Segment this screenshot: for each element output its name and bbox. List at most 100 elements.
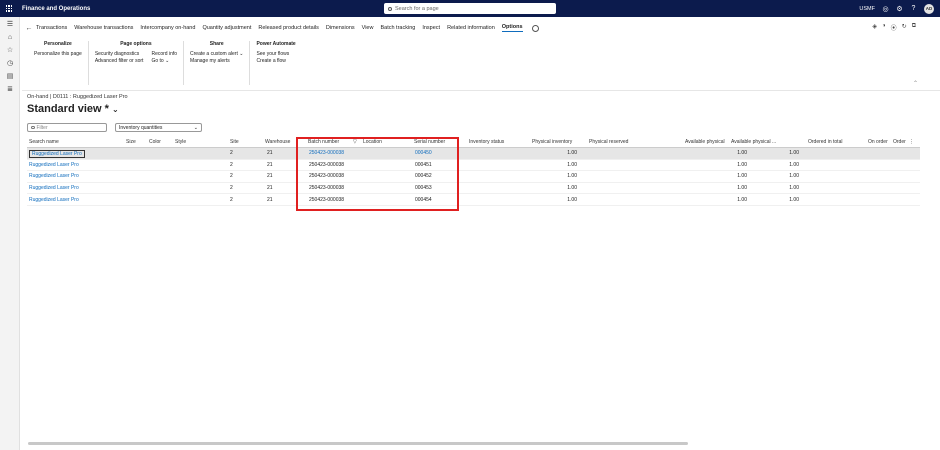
view-selector[interactable]: Standard view * ⌄ <box>27 103 119 115</box>
hamburger-menu-icon[interactable]: ☰ <box>5 19 15 29</box>
app-launcher-icon[interactable] <box>0 0 18 17</box>
go-to-button[interactable]: Go to ⌄ <box>151 58 177 65</box>
help-icon[interactable]: ? <box>910 5 917 12</box>
security-diagnostics-button[interactable]: Security diagnostics <box>95 51 144 58</box>
horizontal-scrollbar[interactable] <box>28 442 688 445</box>
office-integration-icon[interactable]: ◈ <box>872 23 877 32</box>
tab-quantity-adjustment[interactable]: Quantity adjustment <box>202 25 251 31</box>
col-header-location[interactable]: Location <box>363 137 382 147</box>
notifications-icon[interactable]: ◎ <box>882 5 889 13</box>
tab-view[interactable]: View <box>362 25 374 31</box>
col-header-inventory-status[interactable]: Inventory status <box>469 137 504 147</box>
company-picker[interactable]: USMF <box>859 6 875 12</box>
tab-transactions[interactable]: Transactions <box>36 25 67 31</box>
chevron-down-icon: ⌄ <box>165 58 170 64</box>
group-share: Share Create a custom alert ⌄ Manage my … <box>184 41 251 85</box>
refresh-icon[interactable]: ↻ <box>902 23 907 32</box>
tab-warehouse-transactions[interactable]: Warehouse transactions <box>74 25 133 31</box>
modules-list-icon[interactable]: ≣ <box>5 84 15 94</box>
cell-physical-inventory: 1.00 <box>567 161 577 168</box>
workspaces-icon[interactable]: ▤ <box>5 71 15 81</box>
recent-clock-icon[interactable]: ◷ <box>5 58 15 68</box>
col-header-available-physical[interactable]: Available physical <box>685 137 725 147</box>
cell-available-physical: 1.00 <box>737 150 747 157</box>
tab-related-information[interactable]: Related information <box>447 25 495 31</box>
grid-rows: Ruggedized Laser Pro 2 21 250423-000038 0004… <box>27 148 920 206</box>
col-header-serial-number[interactable]: Serial number <box>414 137 445 147</box>
cell-warehouse: 21 <box>267 185 273 192</box>
col-header-physical-reserved[interactable]: Physical reserved <box>589 137 628 147</box>
col-header-color[interactable]: Color <box>149 137 161 147</box>
app-title[interactable]: Finance and Operations <box>22 6 90 12</box>
power-apps-icon[interactable]: ◑ <box>882 23 886 32</box>
attachments-icon[interactable]: ⦿ <box>891 23 897 32</box>
record-info-button[interactable]: Record info <box>151 51 177 58</box>
cell-warehouse: 21 <box>267 173 273 180</box>
col-header-batch-number[interactable]: Batch number <box>308 137 339 147</box>
avatar[interactable]: AD <box>924 3 934 14</box>
col-header-site[interactable]: Site <box>230 137 239 147</box>
search-icon <box>388 6 392 11</box>
see-your-flows-button[interactable]: See your flows <box>256 51 295 58</box>
table-row[interactable]: Ruggedized Laser Pro 2 21 250423-000038 0004… <box>27 183 920 195</box>
col-header-size[interactable]: Size <box>126 137 136 147</box>
filter-input[interactable]: Filter <box>27 123 107 132</box>
collapse-action-pane-icon[interactable]: ⌃ <box>913 80 918 87</box>
create-a-flow-button[interactable]: Create a flow <box>256 58 295 65</box>
col-header-order[interactable]: Order <box>893 137 906 147</box>
cell-available-physical: 1.00 <box>737 161 747 168</box>
cell-search-name[interactable]: Ruggedized Laser Pro <box>29 194 79 205</box>
tab-released-product-details[interactable]: Released product details <box>258 25 319 31</box>
create-custom-alert-button[interactable]: Create a custom alert ⌄ <box>190 51 243 58</box>
col-header-physical-inventory[interactable]: Physical inventory <box>532 137 572 147</box>
col-header-style[interactable]: Style <box>175 137 186 147</box>
col-header-on-order[interactable]: On order <box>868 137 888 147</box>
main-content: On-hand | D0111 : Ruggedized Laser Pro S… <box>22 92 940 450</box>
cell-available-physical: 1.00 <box>737 173 747 180</box>
cell-search-name[interactable]: Ruggedized Laser Pro <box>29 160 79 171</box>
cell-batch-number: 250423-000038 <box>309 173 345 180</box>
filter-funnel-icon[interactable]: ▽ <box>353 137 357 147</box>
home-icon[interactable]: ⌂ <box>5 32 15 42</box>
tab-batch-tracking[interactable]: Batch tracking <box>380 25 415 31</box>
manage-my-alerts-button[interactable]: Manage my alerts <box>190 58 243 65</box>
col-header-ordered-in-total[interactable]: Ordered in total <box>808 137 842 147</box>
more-columns-icon[interactable]: ⋮ <box>909 137 914 147</box>
cell-search-name[interactable]: Ruggedized Laser Pro <box>29 183 79 194</box>
grid-header: Search name Size Color Style Site Wareho… <box>27 137 920 148</box>
cell-site: 2 <box>230 161 233 168</box>
back-arrow-icon[interactable]: ← <box>22 25 36 32</box>
open-new-window-icon[interactable]: ⧉ <box>912 23 916 32</box>
col-header-warehouse[interactable]: Warehouse <box>265 137 290 147</box>
group-title-personalize: Personalize <box>44 41 72 47</box>
action-pane: ← Transactions Warehouse transactions In… <box>22 17 940 91</box>
inventory-quantities-select[interactable]: Inventory quantities ⌄ <box>115 123 202 132</box>
table-row[interactable]: Ruggedized Laser Pro 2 21 250423-000038 0004… <box>27 160 920 172</box>
cell-serial-number: 000452 <box>415 173 432 180</box>
chevron-down-icon: ⌄ <box>111 105 119 114</box>
personalize-this-page-button[interactable]: Personalize this page <box>34 51 82 58</box>
tab-options[interactable]: Options <box>501 24 523 32</box>
settings-icon[interactable]: ⚙ <box>896 5 903 13</box>
col-header-available-physical-2[interactable]: Available physical ... <box>731 137 776 147</box>
table-row[interactable]: Ruggedized Laser Pro 2 21 250423-000038 0004… <box>27 194 920 206</box>
favorites-star-icon[interactable]: ☆ <box>5 45 15 55</box>
tab-intercompany-on-hand[interactable]: Intercompany on-hand <box>140 25 195 31</box>
table-row[interactable]: Ruggedized Laser Pro 2 21 250423-000038 0004… <box>27 148 920 160</box>
cell-site: 2 <box>230 185 233 192</box>
col-header-search-name[interactable]: Search name <box>29 137 59 147</box>
cell-physical-inventory: 1.00 <box>567 173 577 180</box>
cell-search-name[interactable]: Ruggedized Laser Pro <box>29 171 79 182</box>
tab-dimensions[interactable]: Dimensions <box>326 25 355 31</box>
advanced-filter-button[interactable]: Advanced filter or sort <box>95 58 144 65</box>
action-pane-right-icons: ◈ ◑ ⦿ ↻ ⧉ <box>872 23 916 32</box>
group-page-options: Page options Security diagnostics Advanc… <box>89 41 185 85</box>
cell-search-name[interactable]: Ruggedized Laser Pro <box>29 150 85 158</box>
action-search-icon[interactable] <box>531 24 539 32</box>
table-row[interactable]: Ruggedized Laser Pro 2 21 250423-000038 0004… <box>27 171 920 183</box>
cell-site: 2 <box>230 150 233 157</box>
global-search-input[interactable]: Search for a page <box>384 3 556 14</box>
cell-batch-number: 250423-000038 <box>309 196 345 203</box>
go-to-label: Go to <box>151 58 164 64</box>
tab-inspect[interactable]: Inspect <box>422 25 440 31</box>
